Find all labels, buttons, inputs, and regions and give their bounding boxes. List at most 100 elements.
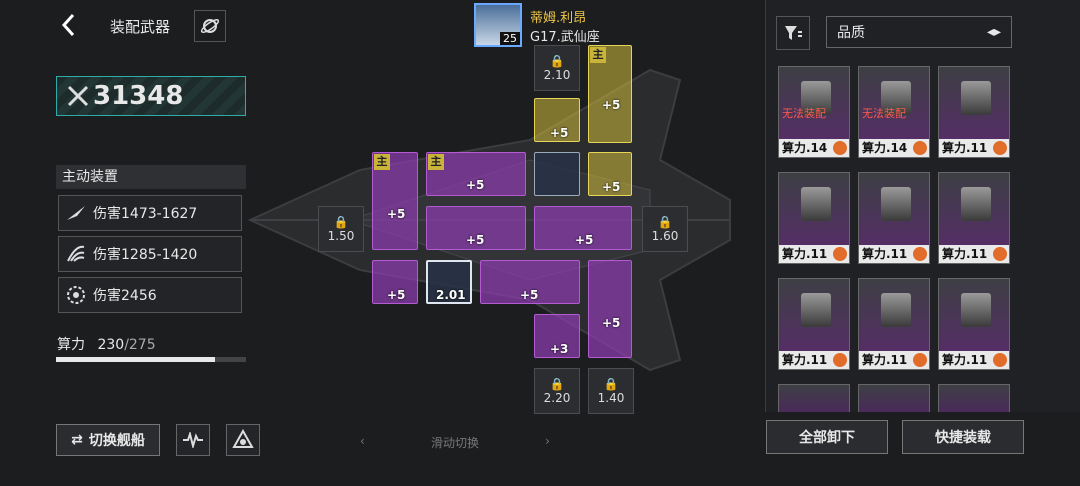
combat-power-value: 31348 — [93, 81, 184, 111]
cannot-equip-warning: 无法装配 — [862, 107, 906, 120]
device-stat-label: 伤害1473-1627 — [93, 206, 198, 222]
lock-icon: 🔒 — [549, 377, 565, 391]
device-stat-3[interactable]: 伤害2456 — [58, 277, 242, 313]
lock-icon: 🔒 — [657, 215, 673, 229]
planet-icon — [200, 19, 220, 33]
inventory-card[interactable]: 算力.11 — [938, 278, 1010, 370]
main-tag: 主 — [428, 154, 444, 170]
rarity-icon — [993, 247, 1007, 261]
swipe-hint-label: 滑动切换 — [430, 436, 479, 450]
compute-label: 算力 230/275 — [57, 334, 156, 354]
upgrade-level: +5 — [575, 233, 594, 247]
pulse-button[interactable] — [176, 424, 210, 456]
unload-all-label: 全部卸下 — [799, 430, 855, 446]
locked-slot[interactable]: 🔒 2.10 — [534, 45, 580, 91]
inventory-card-partial[interactable] — [778, 384, 850, 412]
locked-slot-value: 2.20 — [543, 391, 571, 405]
swipe-hint[interactable]: ‹ 滑动切换 › — [360, 434, 550, 451]
chevron-right-icon: › — [545, 434, 550, 448]
rarity-icon — [993, 141, 1007, 155]
emblem-button[interactable] — [226, 424, 260, 456]
inventory-card[interactable]: 算力.11 — [858, 278, 930, 370]
weapon-icon — [961, 81, 991, 115]
weapon-icon — [801, 187, 831, 221]
inventory-card[interactable]: 算力.11 — [938, 172, 1010, 264]
swap-icon: ⇄ — [71, 432, 83, 448]
avatar[interactable]: 25 — [474, 3, 522, 47]
main-tag: 主 — [590, 47, 606, 63]
weapon-icon — [961, 293, 991, 327]
upgrade-level: +3 — [550, 342, 569, 356]
rarity-icon — [833, 141, 847, 155]
upgrade-level: +5 — [520, 288, 539, 302]
device-stat-1[interactable]: 伤害1473-1627 — [58, 195, 242, 231]
upgrade-level: +5 — [466, 233, 485, 247]
locked-slot[interactable]: 🔒 1.50 — [318, 206, 364, 252]
blade-icon — [67, 206, 85, 220]
weapon-slot[interactable] — [588, 260, 632, 358]
pulse-icon — [183, 432, 203, 448]
locked-slot-value: 1.40 — [597, 391, 625, 405]
level-badge: 25 — [500, 32, 520, 45]
weapon-icon — [961, 187, 991, 221]
filter-button[interactable] — [776, 16, 810, 50]
planet-button[interactable] — [194, 10, 226, 42]
rarity-icon — [913, 353, 927, 367]
compute-used: 230 — [97, 337, 125, 353]
lock-icon: 🔒 — [549, 54, 565, 68]
compute-bar — [56, 357, 246, 362]
claw-icon — [67, 245, 85, 262]
inventory-card[interactable]: 算力.11 — [858, 172, 930, 264]
quick-equip-button[interactable]: 快捷装载 — [902, 420, 1024, 454]
locked-slot[interactable]: 🔒 1.60 — [642, 206, 688, 252]
weapon-icon — [881, 293, 911, 327]
main-tag: 主 — [374, 154, 390, 170]
slot-value: 2.01 — [436, 288, 466, 302]
back-button[interactable] — [58, 12, 80, 38]
upgrade-level: +5 — [387, 207, 406, 221]
device-stat-2[interactable]: 伤害1285-1420 — [58, 236, 242, 272]
rarity-icon — [993, 353, 1007, 367]
chevron-left-icon: ‹ — [360, 434, 365, 448]
upgrade-level: +5 — [550, 126, 569, 140]
active-devices-title: 主动装置 — [56, 165, 246, 189]
rarity-icon — [833, 247, 847, 261]
cannot-equip-warning: 无法装配 — [782, 107, 826, 120]
sort-dropdown[interactable]: 品质 ◂▸ — [826, 16, 1012, 48]
quick-equip-label: 快捷装载 — [935, 430, 991, 446]
rarity-icon — [833, 353, 847, 367]
weapon-slot[interactable] — [534, 152, 580, 196]
rarity-icon — [913, 247, 927, 261]
pilot-name: 蒂姆.利昂 — [530, 11, 587, 26]
inventory-card[interactable]: 无法装配 算力.14 — [858, 66, 930, 158]
switch-ship-button[interactable]: ⇄ 切换舰船 — [56, 424, 160, 456]
upgrade-level: +5 — [602, 98, 621, 112]
inventory-card-partial[interactable] — [938, 384, 1010, 412]
compute-total: /275 — [124, 337, 156, 353]
emblem-icon — [232, 429, 254, 448]
gear-burst-icon — [67, 286, 85, 304]
inventory-card-partial[interactable] — [858, 384, 930, 412]
chevron-left-icon — [61, 13, 75, 37]
upgrade-level: +5 — [602, 180, 621, 194]
lock-icon: 🔒 — [333, 215, 349, 229]
upgrade-level: +5 — [387, 288, 406, 302]
inventory-card[interactable]: 无法装配 算力.14 — [778, 66, 850, 158]
filter-icon — [785, 26, 802, 40]
locked-slot[interactable]: 🔒 1.40 — [588, 368, 634, 414]
locked-slot-value: 1.50 — [327, 229, 355, 243]
inventory-card[interactable]: 算力.11 — [778, 172, 850, 264]
locked-slot[interactable]: 🔒 2.20 — [534, 368, 580, 414]
inventory-card[interactable]: 算力.11 — [938, 66, 1010, 158]
compute-bar-fill — [56, 357, 215, 362]
ship-name: G17.武仙座 — [530, 30, 600, 45]
sort-label: 品质 — [837, 25, 865, 41]
unload-all-button[interactable]: 全部卸下 — [766, 420, 888, 454]
upgrade-level: +5 — [602, 316, 621, 330]
crossed-swords-icon — [67, 85, 89, 107]
rarity-icon — [913, 141, 927, 155]
inventory-card[interactable]: 算力.11 — [778, 278, 850, 370]
device-stat-label: 伤害2456 — [93, 288, 157, 304]
switch-ship-label: 切换舰船 — [88, 433, 145, 449]
lock-icon: 🔒 — [603, 377, 619, 391]
